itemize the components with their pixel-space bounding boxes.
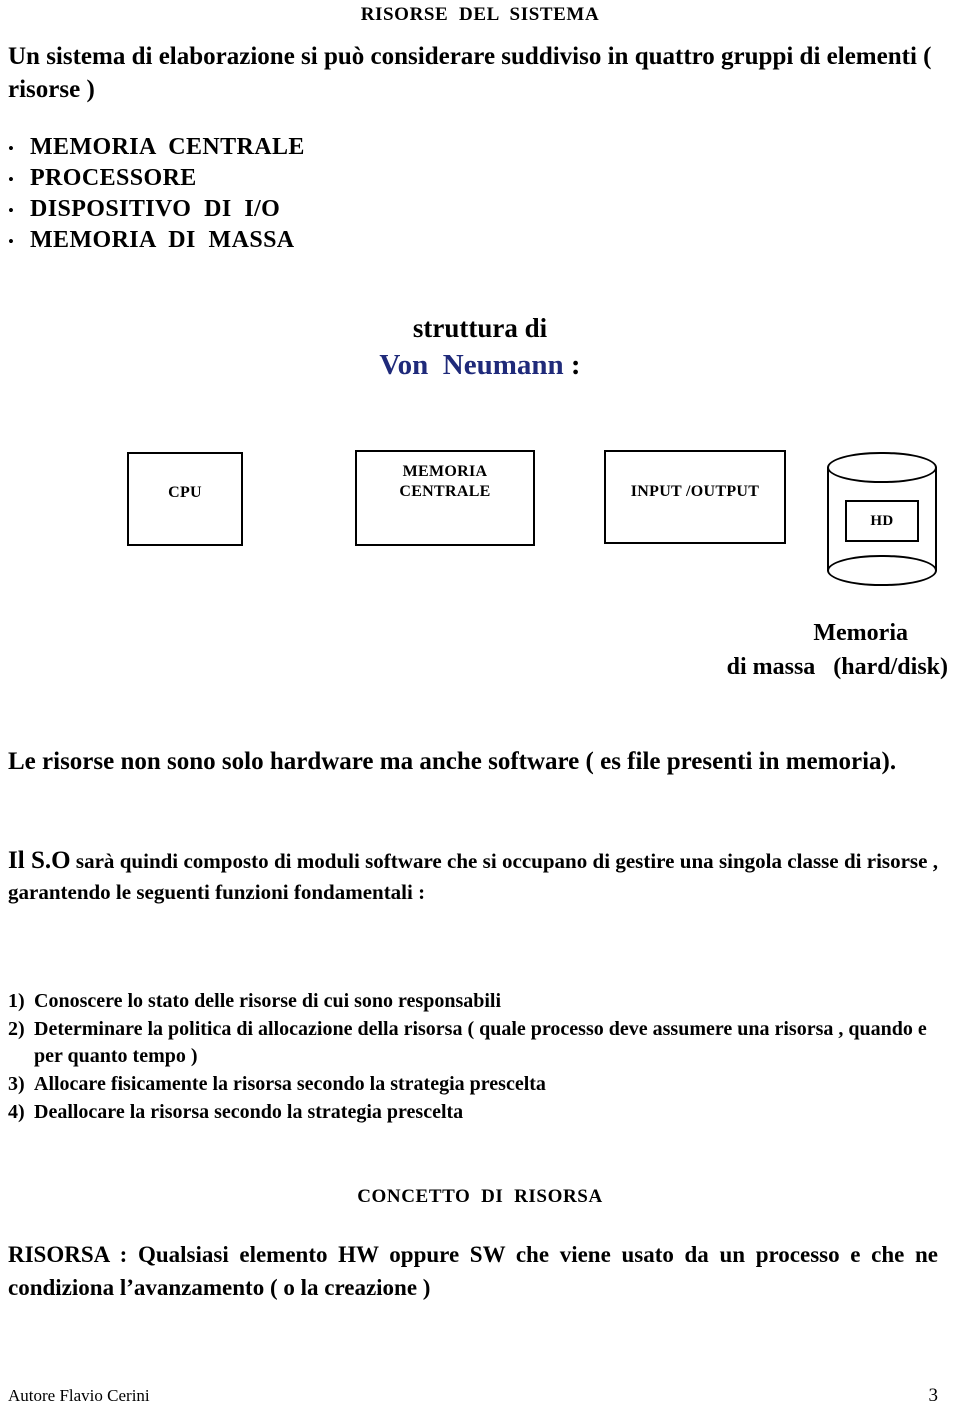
- paragraph-definizione-risorsa: RISORSA : Qualsiasi elemento HW oppure S…: [8, 1242, 938, 1300]
- list-item: • DISPOSITIVO DI I/O: [8, 194, 508, 225]
- footer-page-number: 3: [928, 1385, 939, 1406]
- diagram-cylinder-hard-disk: HD: [827, 452, 937, 586]
- heading-colon: :: [563, 349, 581, 381]
- diagram-heading: struttura di Von Neumann :: [0, 310, 960, 384]
- list-item: • PROCESSORE: [8, 163, 508, 194]
- bullet-label: PROCESSORE: [30, 165, 197, 191]
- diagram-box-label: CPU: [168, 484, 202, 501]
- list-text: Determinare la politica di allocazione d…: [34, 1018, 927, 1067]
- document-page: RISORSE DEL SISTEMA Un sistema di elabor…: [0, 0, 960, 1425]
- von-neumann-name: Von Neumann: [379, 349, 564, 381]
- bullet-label: MEMORIA DI MASSA: [30, 227, 295, 253]
- bullet-icon: •: [8, 170, 14, 189]
- cylinder-bottom-ellipse: [827, 555, 937, 586]
- storage-caption-line1: Memoria: [813, 620, 908, 646]
- list-marker: 2): [8, 1018, 25, 1040]
- list-item: 4) Deallocare la risorsa secondo la stra…: [8, 1099, 938, 1126]
- storage-caption-line2: di massa (hard/disk): [726, 654, 948, 680]
- list-item: • MEMORIA DI MASSA: [8, 225, 508, 256]
- bullet-label: MEMORIA CENTRALE: [30, 134, 305, 160]
- list-item: 3) Allocare fisicamente la risorsa secon…: [8, 1071, 938, 1098]
- diagram-box-label: MEMORIA CENTRALE: [399, 463, 491, 500]
- diagram-heading-line2: Von Neumann :: [0, 346, 960, 384]
- diagram-box-cpu: CPU: [127, 452, 243, 546]
- section-heading-concetto-di-risorsa: CONCETTO DI RISORSA: [357, 1186, 603, 1207]
- list-text: Conoscere lo stato delle risorse di cui …: [34, 990, 502, 1012]
- diagram-box-label: INPUT /OUTPUT: [630, 483, 760, 500]
- so-rest-text: sarà quindi composto di moduli software …: [8, 849, 938, 904]
- diagram-box-input-output: INPUT /OUTPUT: [604, 450, 786, 544]
- so-lead-text: Il S.O: [8, 847, 71, 874]
- bullet-label: DISPOSITIVO DI I/O: [30, 196, 281, 222]
- resource-bullet-list: • MEMORIA CENTRALE • PROCESSORE • DISPOS…: [8, 132, 508, 256]
- paragraph-risorse: Le risorse non sono solo hardware ma anc…: [8, 748, 897, 775]
- bullet-icon: •: [8, 232, 14, 251]
- cylinder-top-ellipse: [827, 452, 937, 483]
- bullet-icon: •: [8, 139, 14, 158]
- functions-numbered-list: 1) Conoscere lo stato delle risorse di c…: [8, 988, 938, 1127]
- storage-caption: Memoria di massa (hard/disk): [600, 616, 950, 684]
- list-text: Deallocare la risorsa secondo la strateg…: [34, 1101, 464, 1123]
- diagram-heading-line1: struttura di: [412, 313, 548, 343]
- list-marker: 4): [8, 1101, 25, 1123]
- list-item: 2) Determinare la politica di allocazion…: [8, 1016, 938, 1070]
- diagram-box-memoria-centrale: MEMORIA CENTRALE: [355, 450, 535, 546]
- cylinder-inner-box: HD: [845, 500, 919, 542]
- page-footer: Autore Flavio Cerini 3: [8, 1385, 938, 1407]
- cylinder-inner-label: HD: [870, 513, 894, 529]
- list-item: • MEMORIA CENTRALE: [8, 132, 508, 163]
- bullet-icon: •: [8, 201, 14, 220]
- list-marker: 3): [8, 1073, 25, 1095]
- list-marker: 1): [8, 990, 25, 1012]
- list-item: 1) Conoscere lo stato delle risorse di c…: [8, 988, 938, 1015]
- paragraph-sistema-operativo: Il S.O sarà quindi composto di moduli so…: [8, 845, 938, 908]
- footer-author: Autore Flavio Cerini: [8, 1386, 150, 1405]
- page-title: RISORSE DEL SISTEMA: [360, 4, 600, 25]
- intro-paragraph: Un sistema di elaborazione si può consid…: [8, 43, 932, 103]
- list-text: Allocare fisicamente la risorsa secondo …: [34, 1073, 546, 1095]
